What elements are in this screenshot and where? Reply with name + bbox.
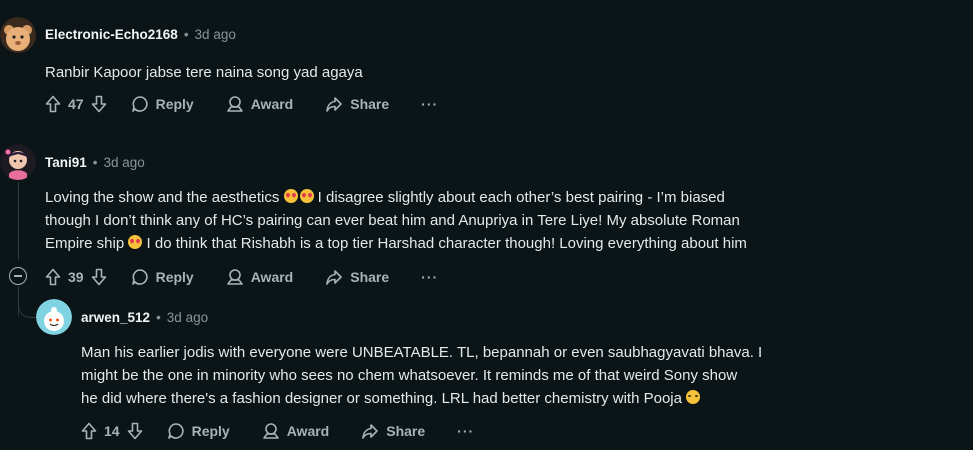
more-icon: ··· [421,269,439,285]
comment-meta: Electronic-Echo2168 • 3d ago [45,27,236,42]
reply-button[interactable]: Reply [167,422,230,440]
separator-dot: • [92,155,98,170]
comment-line: Man his earlier jodis with everyone were… [81,341,941,364]
more-icon: ··· [457,423,475,439]
comment-line: though I don’t think any of HC’s pairing… [45,209,845,232]
comment-age: 3d ago [103,155,145,170]
comment-body: Loving the show and the aesthetics I dis… [45,186,845,255]
award-icon [262,423,279,439]
more-icon: ··· [421,96,439,112]
share-button[interactable]: Share [325,268,389,286]
upvote-icon [81,422,97,440]
reply-label: Reply [191,423,230,439]
award-button[interactable]: Award [226,95,294,113]
downvote-button[interactable] [91,95,107,113]
upvote-button[interactable] [81,422,97,440]
share-icon [326,270,343,285]
comment-text: Loving the show and the aesthetics [45,189,284,206]
reply-label: Reply [155,96,194,112]
downvote-icon [91,95,106,113]
share-icon [362,424,379,439]
upvote-button[interactable] [45,95,61,113]
comment-text: though I don’t think any of HC’s pairing… [45,212,740,229]
comment-line: he did where there's a fashion designer … [81,387,941,410]
comment-text: I do think that Rishabh is a top tier Ha… [142,235,747,252]
downvote-icon [127,422,142,440]
reply-icon [131,96,148,112]
vote-score: 39 [68,269,84,285]
comment-line: might be the one in minority who sees no… [81,364,941,387]
more-options-button[interactable]: ··· [421,96,438,112]
downvote-button[interactable] [127,422,143,440]
downvote-button[interactable] [91,268,107,286]
award-icon [226,96,243,112]
share-button[interactable]: Share [325,95,389,113]
reply-button[interactable]: Reply [131,95,194,113]
reply-button[interactable]: Reply [131,268,194,286]
thread-connector [18,300,36,318]
award-label: Award [250,96,294,112]
share-label: Share [350,269,390,285]
share-button[interactable]: Share [361,422,425,440]
share-label: Share [350,96,390,112]
award-icon [226,269,243,285]
heart-eyes-emoji-icon [283,189,298,203]
separator-dot: • [156,310,161,325]
avatar[interactable] [0,17,36,53]
author-name[interactable]: Tani91 [45,155,87,170]
more-options-button[interactable]: ··· [457,423,474,439]
upvote-icon [45,268,61,286]
more-options-button[interactable]: ··· [421,269,438,285]
award-label: Award [250,269,294,285]
downvote-icon [91,268,106,286]
comment-actions: 47 Reply Award Share ··· [45,92,438,116]
separator-dot: • [183,27,189,42]
heart-eyes-emoji-icon [128,235,143,249]
comment-text: Ranbir Kapoor jabse tere naina song yad … [45,64,363,81]
comment-actions: 39 Reply Award Share ··· [45,265,438,289]
avatar[interactable] [36,299,72,335]
heart-eyes-emoji-icon [299,189,314,203]
comment-actions: 14 Reply Award Share ··· [81,419,474,443]
comment-text: Empire ship [45,235,129,252]
comment-line: Empire ship I do think that Rishabh is a… [45,232,845,255]
author-name[interactable]: Electronic-Echo2168 [45,27,178,42]
thread-line [18,182,19,260]
crying-face-emoji-icon [686,390,701,404]
vote-score: 47 [68,96,84,112]
share-label: Share [386,423,426,439]
comment-age: 3d ago [194,27,236,42]
comment-body: Ranbir Kapoor jabse tere naina song yad … [45,61,363,84]
reply-label: Reply [155,269,194,285]
upvote-icon [45,95,61,113]
comment-text: I disagree slightly about each other’s b… [313,189,725,206]
comment-age: 3d ago [166,310,209,325]
comment-text: Man his earlier jodis with everyone were… [81,344,763,361]
vote-score: 14 [104,423,120,439]
reply-icon [131,269,148,285]
comment-meta: Tani91 • 3d ago [45,155,145,170]
comment-body: Man his earlier jodis with everyone were… [81,341,941,410]
avatar[interactable] [0,144,36,180]
comment-text: might be the one in minority who sees no… [81,367,738,384]
award-label: Award [286,423,330,439]
collapse-thread-button[interactable] [9,267,27,285]
author-name[interactable]: arwen_512 [81,310,150,325]
award-button[interactable]: Award [226,268,294,286]
share-icon [326,97,343,112]
comment-text: he did where there's a fashion designer … [81,390,687,407]
comment-line: Loving the show and the aesthetics I dis… [45,186,845,209]
reply-icon [167,423,184,439]
comment-meta: arwen_512 • 3d ago [81,310,208,325]
award-button[interactable]: Award [262,422,330,440]
upvote-button[interactable] [45,268,61,286]
collapse-icon [14,275,22,277]
